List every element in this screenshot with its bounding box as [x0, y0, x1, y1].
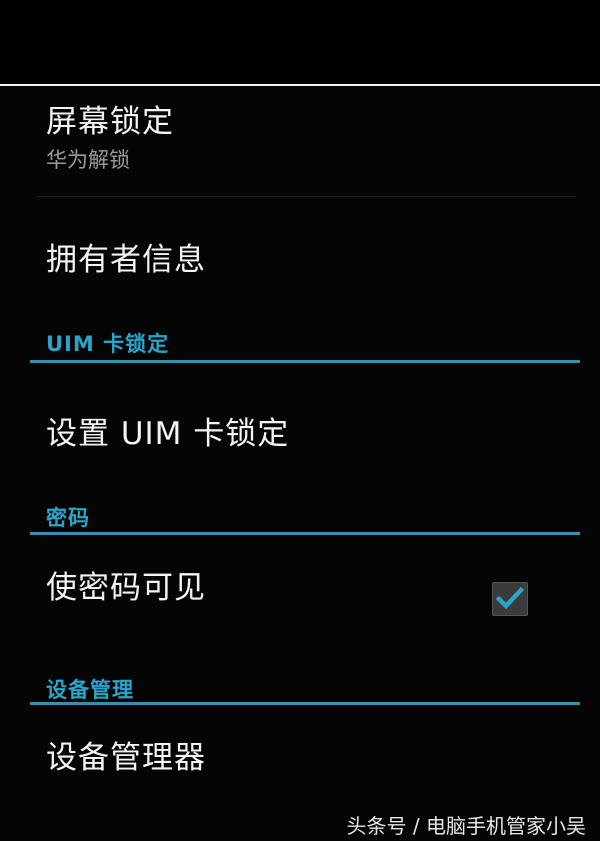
section-uim-lock: UIM 卡锁定: [0, 322, 600, 368]
section-divider: [30, 702, 580, 705]
screen-lock-title: 屏幕锁定: [46, 104, 174, 140]
owner-info-title: 拥有者信息: [46, 242, 206, 278]
section-divider: [30, 532, 580, 535]
section-password: 密码: [0, 496, 600, 542]
section-device-management: 设备管理: [0, 668, 600, 714]
password-section-title: 密码: [46, 506, 90, 530]
check-icon: [495, 586, 525, 610]
watermark-text: 头条号 / 电脑手机管家小吴: [346, 814, 586, 838]
top-bar: [0, 0, 600, 86]
device-admin-title: 设备管理器: [46, 740, 206, 776]
setting-device-admin[interactable]: 设备管理器: [0, 718, 600, 788]
setting-uim-lock[interactable]: 设置 UIM 卡锁定: [0, 392, 600, 462]
uim-lock-title: 设置 UIM 卡锁定: [46, 416, 290, 452]
device-section-title: 设备管理: [46, 678, 134, 702]
section-divider: [30, 360, 580, 363]
uim-section-title: UIM 卡锁定: [46, 332, 170, 356]
screen-lock-summary: 华为解锁: [46, 148, 130, 172]
setting-screen-lock[interactable]: 屏幕锁定 华为解锁: [0, 86, 600, 186]
show-password-title: 使密码可见: [46, 570, 206, 606]
setting-owner-info[interactable]: 拥有者信息: [0, 220, 600, 290]
row-divider: [36, 196, 576, 197]
show-password-checkbox[interactable]: [492, 582, 528, 616]
